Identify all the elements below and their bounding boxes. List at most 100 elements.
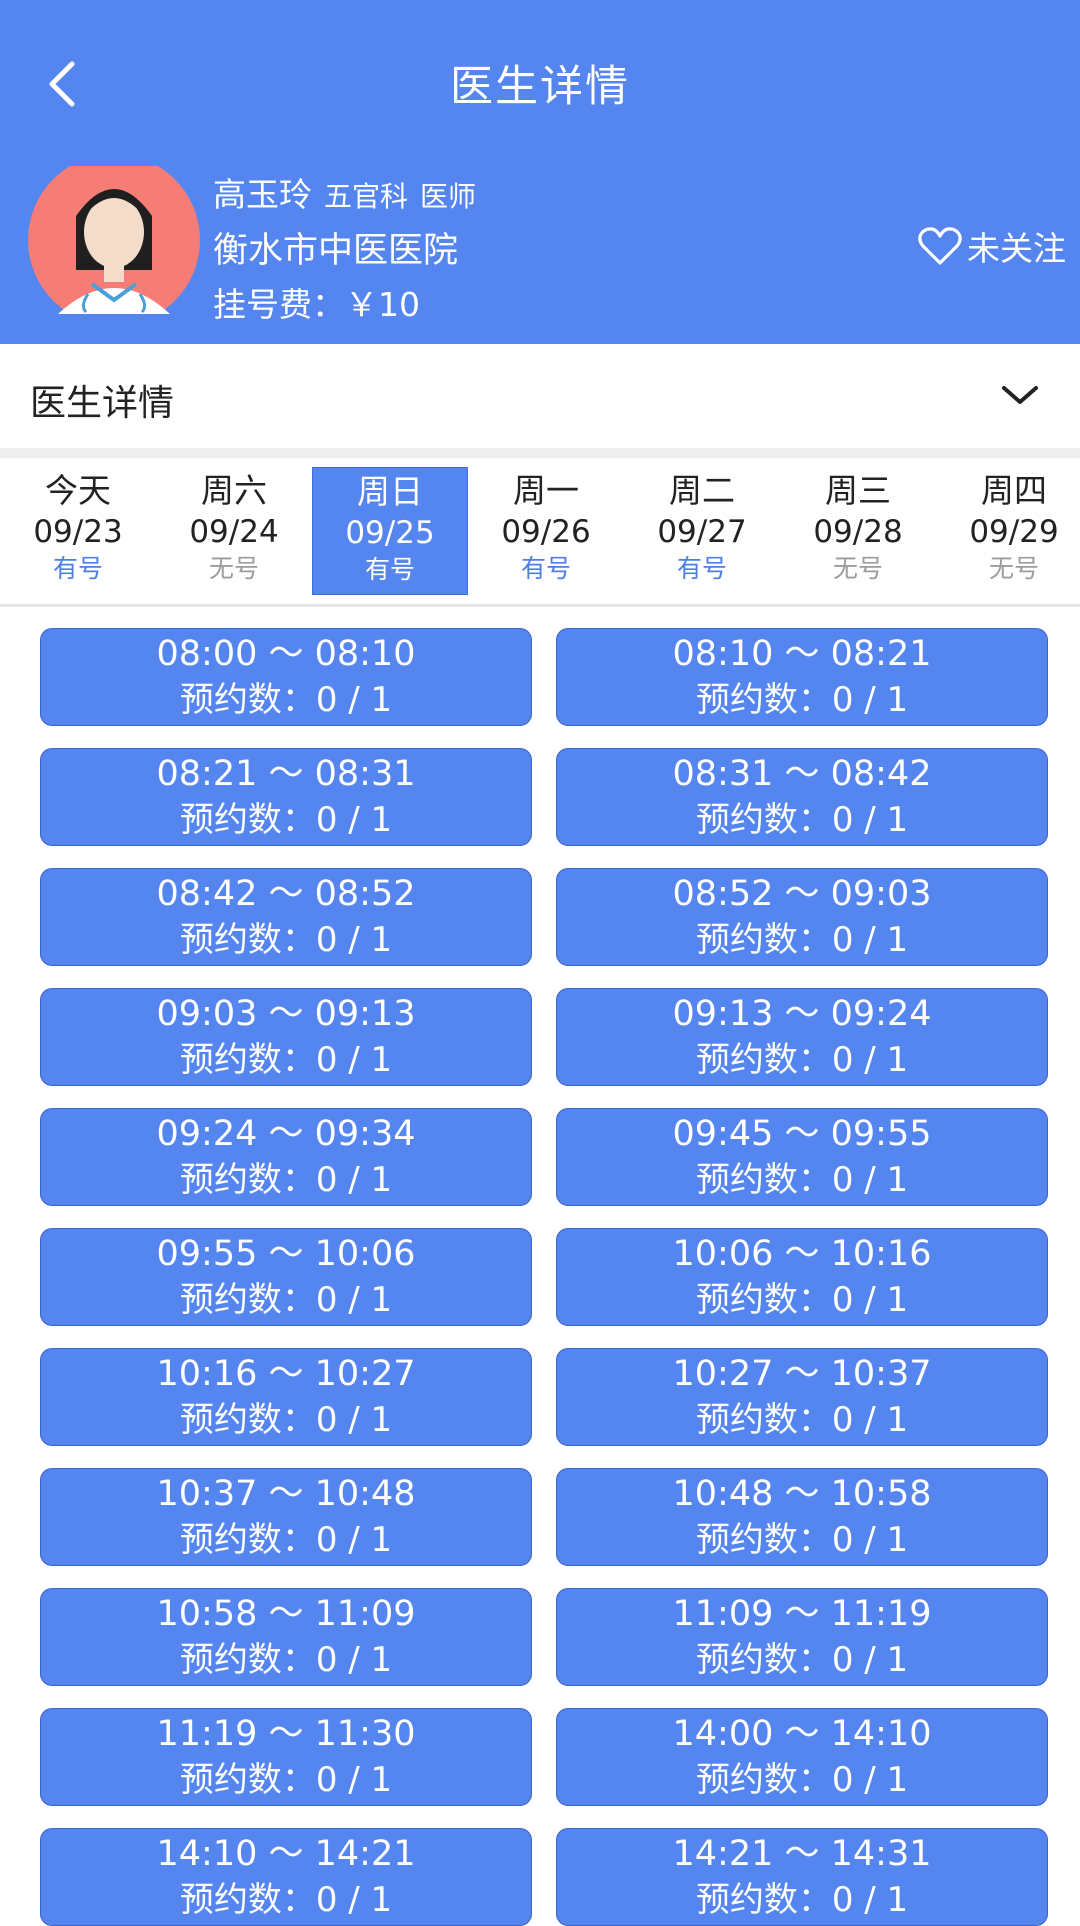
date-tab-weekday: 周日 bbox=[357, 472, 423, 511]
time-slot-range: 14:00 ～ 14:10 bbox=[672, 1714, 932, 1754]
time-slot-count: 预约数：0 / 1 bbox=[179, 800, 393, 840]
date-tab[interactable]: 周三 09/28 无号 bbox=[780, 467, 936, 595]
date-selector: 今天 09/23 有号 周六 09/24 无号 周日 09/25 有号 周一 09/26 有号 周二 09… bbox=[0, 458, 1080, 607]
time-slot-range: 09:45 ～ 09:55 bbox=[672, 1114, 932, 1154]
date-tab-date: 09/28 bbox=[813, 514, 903, 550]
date-tab-date: 09/27 bbox=[657, 514, 747, 550]
time-slot-range: 08:00 ～ 08:10 bbox=[156, 634, 416, 674]
time-slot-range: 08:52 ～ 09:03 bbox=[672, 874, 932, 914]
time-slot-count: 预约数：0 / 1 bbox=[179, 1640, 393, 1680]
date-tab-weekday: 周二 bbox=[669, 471, 735, 510]
follow-button[interactable]: 未关注 bbox=[917, 222, 1066, 270]
time-slot-count: 预约数：0 / 1 bbox=[695, 1520, 909, 1560]
time-slot-button[interactable]: 08:00 ～ 08:10 预约数：0 / 1 bbox=[40, 628, 532, 726]
doctor-title: 医师 bbox=[420, 180, 477, 213]
date-tab-status: 有号 bbox=[676, 554, 727, 583]
date-tab-status: 有号 bbox=[52, 554, 103, 583]
time-slot-button[interactable]: 10:48 ～ 10:58 预约数：0 / 1 bbox=[556, 1468, 1048, 1566]
date-tab[interactable]: 周日 09/25 有号 bbox=[312, 467, 468, 595]
time-slot-range: 10:27 ～ 10:37 bbox=[672, 1354, 932, 1394]
time-slot-button[interactable]: 10:58 ～ 11:09 预约数：0 / 1 bbox=[40, 1588, 532, 1686]
time-slot-count: 预约数：0 / 1 bbox=[695, 1040, 909, 1080]
time-slot-range: 09:24 ～ 09:34 bbox=[156, 1114, 416, 1154]
time-slot-button[interactable]: 14:21 ～ 14:31 预约数：0 / 1 bbox=[556, 1828, 1048, 1926]
time-slot-count: 预约数：0 / 1 bbox=[179, 1880, 393, 1920]
header-bar: 医生详情 高玉玲 五官科 医师 衡水市中医医院 挂号费：￥10 未关注 bbox=[0, 0, 1080, 344]
time-slot-count: 预约数：0 / 1 bbox=[179, 1280, 393, 1320]
time-slot-range: 11:09 ～ 11:19 bbox=[672, 1594, 932, 1634]
date-tab-status: 有号 bbox=[364, 555, 415, 584]
hospital-name: 衡水市中医医院 bbox=[213, 231, 459, 271]
time-slot-button[interactable]: 08:10 ～ 08:21 预约数：0 / 1 bbox=[556, 628, 1048, 726]
time-slot-count: 预约数：0 / 1 bbox=[179, 1520, 393, 1560]
time-slot-range: 09:55 ～ 10:06 bbox=[156, 1234, 416, 1274]
time-slot-range: 14:21 ～ 14:31 bbox=[672, 1834, 932, 1874]
date-tab-date: 09/29 bbox=[969, 514, 1059, 550]
time-slot-button[interactable]: 10:37 ～ 10:48 预约数：0 / 1 bbox=[40, 1468, 532, 1566]
time-slot-range: 09:03 ～ 09:13 bbox=[156, 994, 416, 1034]
page-title: 医生详情 bbox=[450, 62, 630, 112]
time-slot-range: 11:19 ～ 11:30 bbox=[156, 1714, 416, 1754]
time-slot-button[interactable]: 14:00 ～ 14:10 预约数：0 / 1 bbox=[556, 1708, 1048, 1806]
time-slot-button[interactable]: 10:27 ～ 10:37 预约数：0 / 1 bbox=[556, 1348, 1048, 1446]
time-slot-button[interactable]: 08:31 ～ 08:42 预约数：0 / 1 bbox=[556, 748, 1048, 846]
time-slot-range: 08:42 ～ 08:52 bbox=[156, 874, 416, 914]
doctor-name: 高玉玲 bbox=[213, 175, 312, 214]
date-tab[interactable]: 周一 09/26 有号 bbox=[468, 467, 624, 595]
section-title: 医生详情 bbox=[30, 383, 175, 424]
time-slot-button[interactable]: 09:24 ～ 09:34 预约数：0 / 1 bbox=[40, 1108, 532, 1206]
date-tab-status: 有号 bbox=[520, 554, 571, 583]
time-slot-range: 10:16 ～ 10:27 bbox=[156, 1354, 416, 1394]
time-slot-button[interactable]: 11:19 ～ 11:30 预约数：0 / 1 bbox=[40, 1708, 532, 1806]
time-slot-count: 预约数：0 / 1 bbox=[179, 920, 393, 960]
time-slot-button[interactable]: 10:16 ～ 10:27 预约数：0 / 1 bbox=[40, 1348, 532, 1446]
date-tab[interactable]: 周二 09/27 有号 bbox=[624, 467, 780, 595]
time-slot-range: 14:10 ～ 14:21 bbox=[156, 1834, 416, 1874]
time-slot-button[interactable]: 10:06 ～ 10:16 预约数：0 / 1 bbox=[556, 1228, 1048, 1326]
date-tab-date: 09/26 bbox=[501, 514, 591, 550]
time-slot-count: 预约数：0 / 1 bbox=[695, 680, 909, 720]
date-tab-status: 无号 bbox=[208, 554, 259, 583]
time-slot-count: 预约数：0 / 1 bbox=[695, 1640, 909, 1680]
time-slot-count: 预约数：0 / 1 bbox=[179, 1160, 393, 1200]
date-tab-weekday: 周一 bbox=[513, 471, 579, 510]
date-tab-weekday: 周三 bbox=[825, 471, 891, 510]
time-slot-button[interactable]: 09:03 ～ 09:13 预约数：0 / 1 bbox=[40, 988, 532, 1086]
date-tab[interactable]: 周六 09/24 无号 bbox=[156, 467, 312, 595]
time-slot-count: 预约数：0 / 1 bbox=[695, 1280, 909, 1320]
time-slot-range: 10:06 ～ 10:16 bbox=[672, 1234, 932, 1274]
doctor-info-line: 高玉玲 五官科 医师 bbox=[213, 168, 476, 216]
date-tab-weekday: 今天 bbox=[45, 471, 111, 510]
time-slot-button[interactable]: 08:52 ～ 09:03 预约数：0 / 1 bbox=[556, 868, 1048, 966]
date-tab-weekday: 周六 bbox=[201, 471, 267, 510]
date-tab-weekday: 周四 bbox=[981, 471, 1047, 510]
time-slot-button[interactable]: 08:42 ～ 08:52 预约数：0 / 1 bbox=[40, 868, 532, 966]
time-slot-range: 10:48 ～ 10:58 bbox=[672, 1474, 932, 1514]
date-tab-date: 09/23 bbox=[33, 514, 123, 550]
date-tab[interactable]: 周四 09/29 无号 bbox=[936, 467, 1080, 595]
date-tab-date: 09/24 bbox=[189, 514, 279, 550]
time-slot-button[interactable]: 09:55 ～ 10:06 预约数：0 / 1 bbox=[40, 1228, 532, 1326]
date-tab[interactable]: 今天 09/23 有号 bbox=[0, 467, 156, 595]
time-slot-count: 预约数：0 / 1 bbox=[695, 1160, 909, 1200]
doctor-detail-section[interactable]: 医生详情 bbox=[0, 344, 1080, 458]
time-slot-button[interactable]: 11:09 ～ 11:19 预约数：0 / 1 bbox=[556, 1588, 1048, 1686]
time-slot-range: 10:58 ～ 11:09 bbox=[156, 1594, 416, 1634]
time-slot-count: 预约数：0 / 1 bbox=[695, 920, 909, 960]
time-slot-button[interactable]: 14:10 ～ 14:21 预约数：0 / 1 bbox=[40, 1828, 532, 1926]
doctor-avatar bbox=[28, 154, 200, 326]
time-slot-range: 09:13 ～ 09:24 bbox=[672, 994, 932, 1034]
time-slot-button[interactable]: 09:45 ～ 09:55 预约数：0 / 1 bbox=[556, 1108, 1048, 1206]
time-slot-count: 预约数：0 / 1 bbox=[695, 800, 909, 840]
department: 五官科 bbox=[324, 180, 409, 213]
time-slot-count: 预约数：0 / 1 bbox=[179, 1040, 393, 1080]
time-slot-button[interactable]: 09:13 ～ 09:24 预约数：0 / 1 bbox=[556, 988, 1048, 1086]
time-slot-button[interactable]: 08:21 ～ 08:31 预约数：0 / 1 bbox=[40, 748, 532, 846]
time-slot-count: 预约数：0 / 1 bbox=[179, 680, 393, 720]
date-tab-status: 无号 bbox=[988, 554, 1039, 583]
time-slot-range: 08:10 ～ 08:21 bbox=[672, 634, 932, 674]
chevron-down-icon[interactable] bbox=[1000, 378, 1040, 410]
date-tab-date: 09/25 bbox=[345, 515, 435, 551]
time-slot-range: 08:31 ～ 08:42 bbox=[672, 754, 932, 794]
time-slot-range: 10:37 ～ 10:48 bbox=[156, 1474, 416, 1514]
